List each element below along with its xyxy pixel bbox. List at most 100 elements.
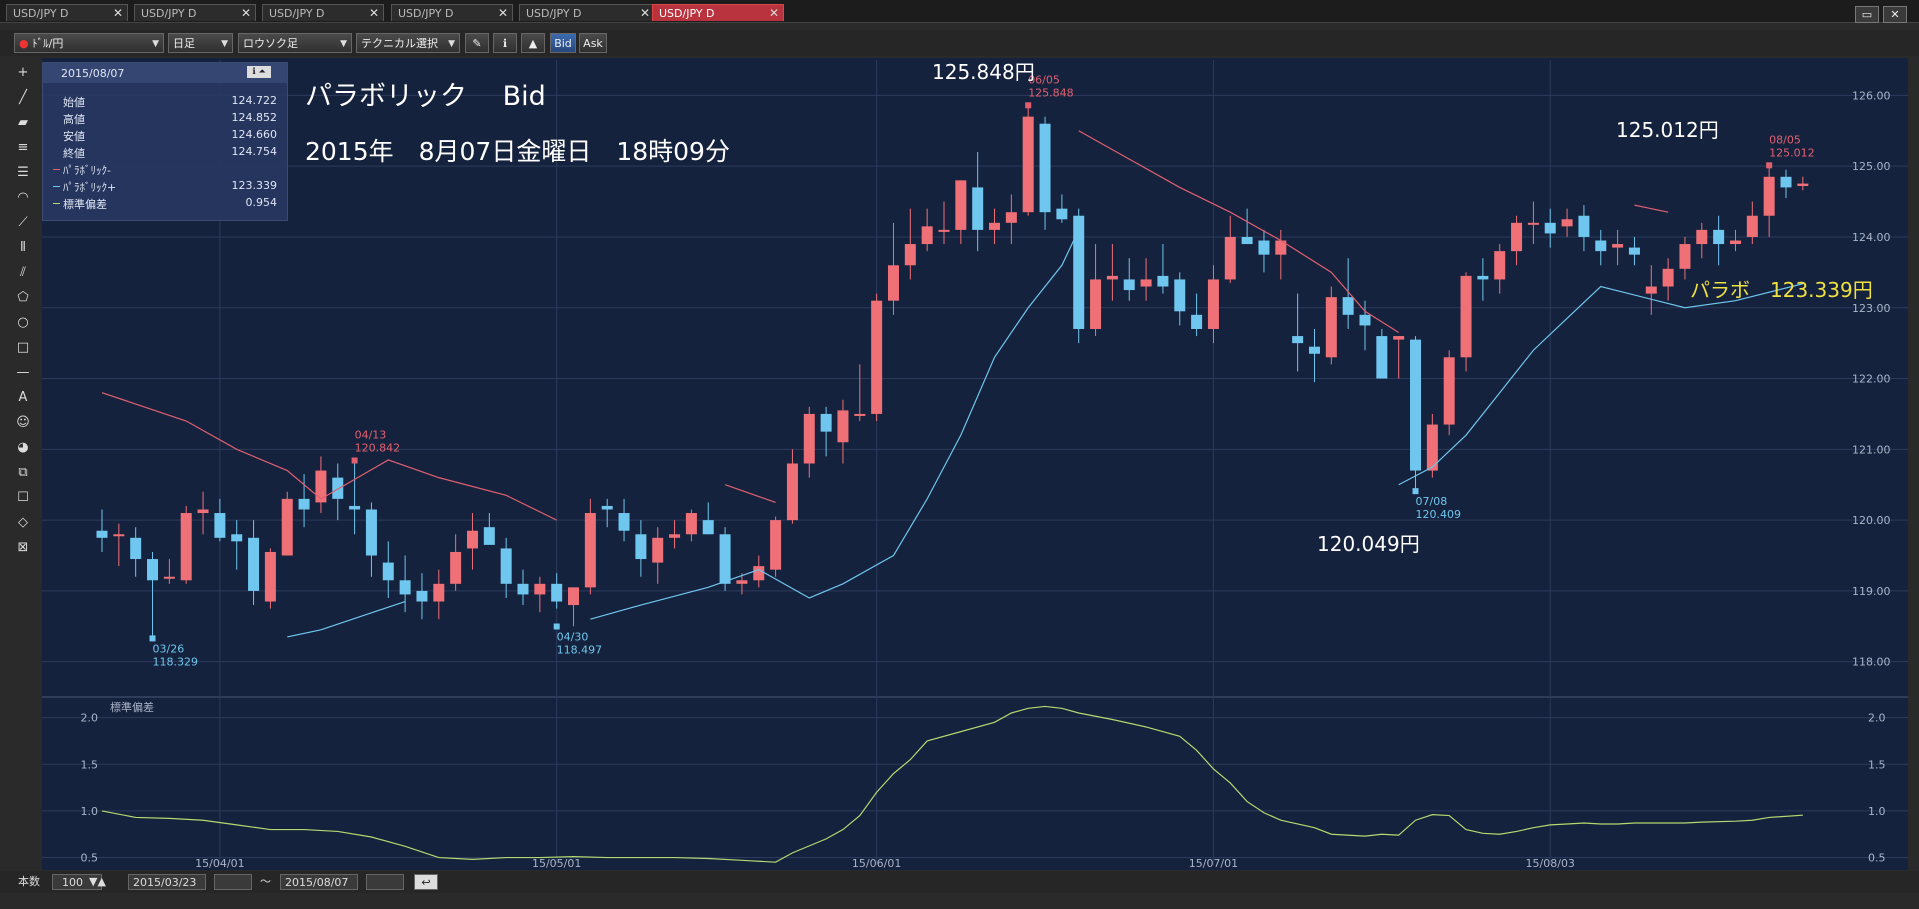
high-label-1: 125.848円 [932, 60, 1035, 84]
candle-down [1376, 336, 1388, 379]
extreme-marker [351, 457, 358, 464]
extreme-marker [1766, 162, 1773, 169]
stddev-tick-label-right: 1.5 [1868, 758, 1886, 771]
candle-up [1696, 229, 1708, 245]
candle-down [972, 187, 984, 230]
candle-up [466, 530, 478, 549]
date-tick-label: 15/07/01 [1189, 857, 1238, 870]
candle-up [1612, 244, 1624, 248]
info-value: 124.852 [231, 111, 278, 124]
candle-up [1224, 236, 1236, 280]
info-value: 0.954 [245, 196, 278, 209]
candle-down [298, 498, 310, 510]
candle-up [433, 583, 445, 602]
candle-up [904, 244, 916, 266]
ohlc-info-panel: 2015/08/07 ℹ ⏶ 始値 124.722 高値 124.852 安値 124… [42, 62, 288, 221]
candle-down [382, 562, 394, 581]
overlay-title: パラボリック Bid [305, 81, 546, 112]
plot-background [42, 58, 1908, 870]
candle-up [534, 583, 546, 595]
candle-down [601, 505, 613, 510]
info-key: 始値 [63, 96, 85, 109]
candle-down [1780, 176, 1792, 188]
extreme-value-label: 120.842 [355, 442, 401, 455]
from-time-field[interactable] [214, 874, 252, 890]
info-row-parabolic-minus: ﾊﾟﾗﾎﾞﾘｯｸ- [53, 162, 283, 177]
candle-down [719, 534, 731, 584]
candle-up [1645, 286, 1657, 294]
candle-up [568, 587, 580, 606]
extreme-value-label: 118.329 [153, 655, 199, 668]
extreme-value-label: 125.848 [1028, 86, 1074, 99]
extreme-date-label: 04/13 [355, 429, 387, 442]
candle-down [1174, 279, 1186, 312]
candle-up [1090, 279, 1102, 329]
info-row-stddev: 標準偏差 0.954 [53, 196, 283, 211]
info-header: 2015/08/07 ℹ ⏶ [43, 63, 287, 83]
info-collapse-icon[interactable]: ℹ ⏶ [247, 66, 271, 78]
stddev-tick-label-left: 1.5 [81, 758, 99, 771]
candle-up [1511, 222, 1523, 252]
candle-down [517, 583, 529, 595]
info-row-parabolic-plus: ﾊﾟﾗﾎﾞﾘｯｸ+ 123.339 [53, 179, 283, 194]
candle-up [921, 226, 933, 245]
price-tick-label: 125.00 [1852, 160, 1891, 173]
legend-swatch [53, 203, 60, 204]
to-date-field[interactable]: 2015/08/07 [280, 874, 358, 890]
candle-up [837, 410, 849, 443]
stddev-tick-label-right: 0.5 [1868, 852, 1886, 865]
to-time-field[interactable] [366, 874, 404, 890]
candle-up [803, 413, 815, 464]
candle-up [1443, 357, 1455, 425]
from-date-field[interactable]: 2015/03/23 [128, 874, 206, 890]
info-row-high: 高値 124.852 [63, 111, 283, 126]
info-key: ﾊﾟﾗﾎﾞﾘｯｸ+ [63, 181, 117, 194]
candle-down [1410, 339, 1422, 471]
candle-down [1039, 123, 1051, 213]
extreme-marker [1025, 102, 1032, 109]
candle-down [399, 580, 411, 595]
candle-up [1460, 275, 1472, 358]
candle-down [1544, 222, 1556, 234]
candle-up [989, 222, 1001, 230]
date-tick-label: 15/06/01 [852, 857, 901, 870]
candle-up [736, 580, 748, 584]
candle-down [96, 530, 108, 538]
date-tick-label: 15/05/01 [532, 857, 581, 870]
count-stepper[interactable]: ▼▲ [89, 874, 106, 890]
high-label-2: 125.012円 [1616, 118, 1719, 142]
candle-down [702, 520, 714, 535]
candle-down [416, 590, 428, 602]
info-key: 安値 [63, 130, 85, 143]
candle-down [1578, 215, 1590, 237]
candle-up [1393, 336, 1405, 340]
extreme-value-label: 120.409 [1416, 508, 1462, 521]
date-tick-label: 15/04/01 [195, 857, 244, 870]
candle-up [1005, 212, 1017, 223]
candle-down [130, 537, 142, 560]
count-label: 本数 [18, 875, 40, 888]
candle-up [450, 551, 462, 584]
candle-up [315, 470, 327, 503]
candle-down [635, 534, 647, 560]
reload-icon[interactable]: ↩ [414, 874, 438, 890]
candle-up [281, 498, 293, 556]
extreme-marker [1412, 488, 1419, 495]
candle-down [1628, 247, 1640, 255]
candle-down [1595, 240, 1607, 252]
candle-down [820, 413, 832, 432]
candle-down [1241, 236, 1253, 245]
candle-down [1191, 314, 1203, 329]
price-tick-label: 120.00 [1852, 514, 1891, 527]
stddev-panel-label: 標準偏差 [110, 700, 154, 714]
price-tick-label: 123.00 [1852, 302, 1891, 315]
candle-up [1662, 268, 1674, 287]
candle-up [163, 576, 175, 579]
info-key: 標準偏差 [63, 198, 107, 211]
candle-up [854, 413, 866, 416]
extreme-value-label: 125.012 [1769, 146, 1815, 159]
stddev-tick-label-left: 0.5 [81, 852, 99, 865]
candle-down [1123, 279, 1135, 291]
candle-down [483, 527, 495, 545]
price-tick-label: 121.00 [1852, 443, 1891, 456]
